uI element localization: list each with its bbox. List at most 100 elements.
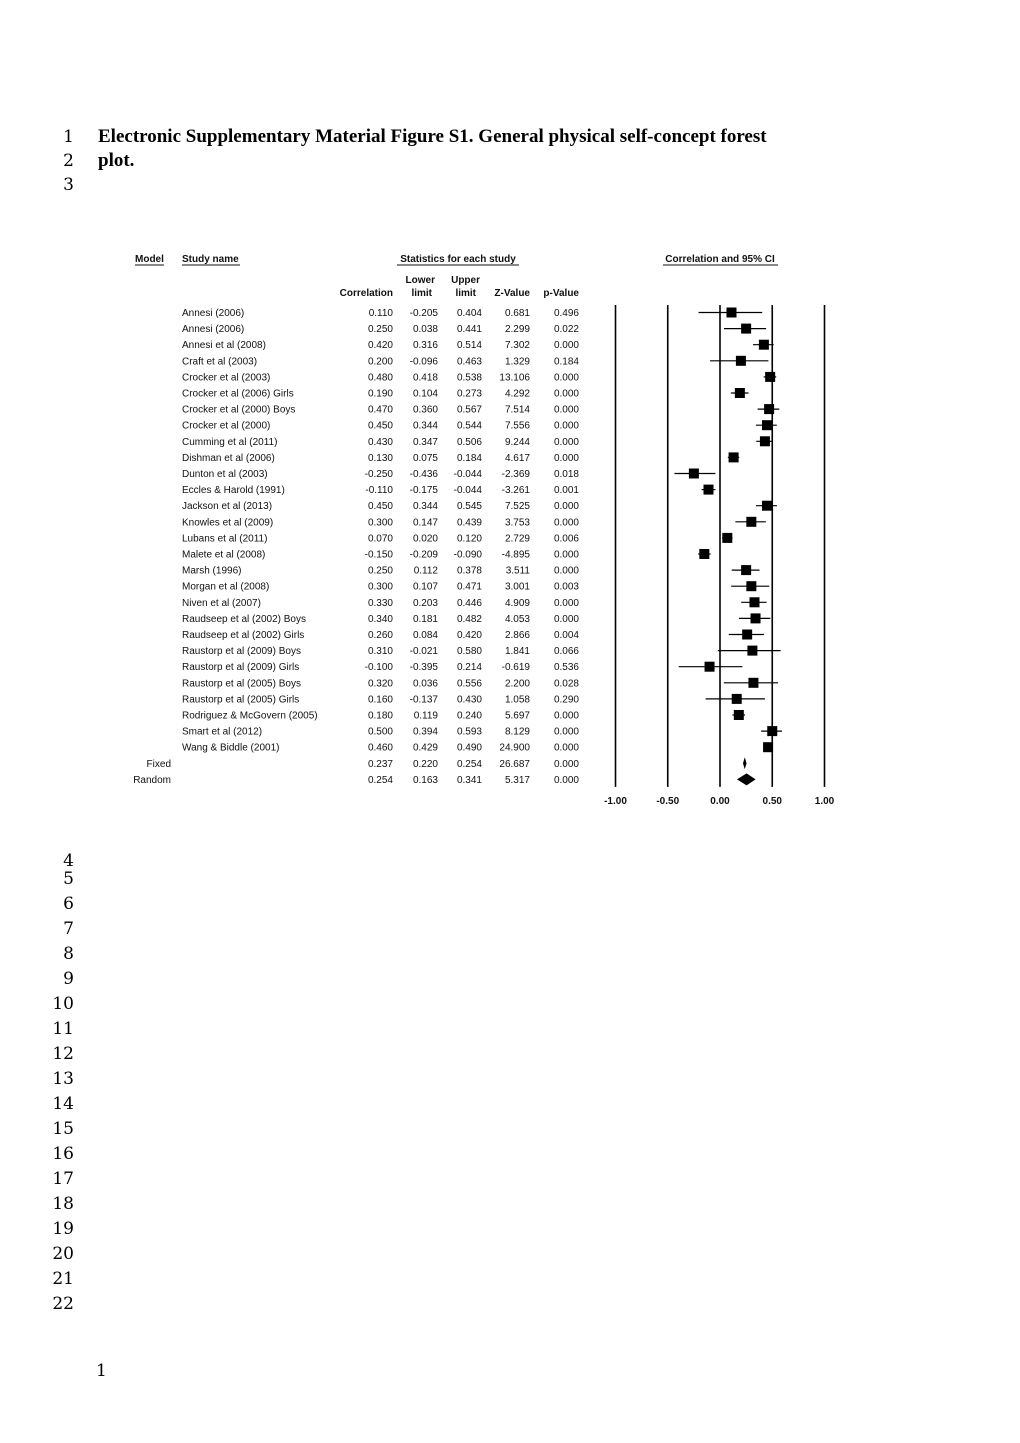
study-name: Smart et al (2012) xyxy=(182,727,262,738)
line-number: 8 xyxy=(63,944,74,964)
cell-z: 7.302 xyxy=(505,340,530,351)
cell-z: 4.909 xyxy=(505,598,530,609)
cell-r: 0.480 xyxy=(368,372,393,383)
effect-marker xyxy=(688,468,699,479)
cell-upper: 0.482 xyxy=(457,614,482,625)
effect-marker xyxy=(741,565,752,576)
cell-upper: 0.254 xyxy=(457,759,482,770)
cell-r: 0.450 xyxy=(368,501,393,512)
study-name: Jackson et al (2013) xyxy=(182,501,272,512)
cell-upper: -0.044 xyxy=(454,485,483,496)
cell-upper: 0.490 xyxy=(457,743,482,754)
effect-marker xyxy=(759,436,770,447)
table-row: Raustorp et al (2009) Boys 0.310 -0.021 0.5… xyxy=(182,646,579,657)
line-number: 13 xyxy=(52,1069,74,1089)
line-number: 11 xyxy=(52,1019,74,1039)
cell-lower: 0.147 xyxy=(413,517,438,528)
cell-upper: -0.044 xyxy=(454,469,483,480)
study-name: Raustorp et al (2009) Boys xyxy=(182,646,301,657)
effect-marker xyxy=(746,581,757,592)
study-name: Marsh (1996) xyxy=(182,566,241,577)
cell-z: 3.511 xyxy=(506,566,531,577)
table-row: Morgan et al (2008) 0.300 0.107 0.471 3.001 0… xyxy=(182,582,579,593)
cell-upper: 0.506 xyxy=(457,437,482,448)
effect-marker xyxy=(733,710,744,720)
cell-r: 0.300 xyxy=(368,517,393,528)
study-name: Annesi (2006) xyxy=(182,308,244,319)
cell-z: 7.525 xyxy=(505,501,530,512)
cell-lower: 0.036 xyxy=(413,678,438,689)
line-number: 4 xyxy=(63,851,74,871)
cell-lower: -0.209 xyxy=(410,550,439,561)
col-header-lower-1: Lower xyxy=(406,275,436,286)
study-name: Rodriguez & McGovern (2005) xyxy=(182,711,318,722)
line-number: 9 xyxy=(63,969,74,989)
cell-z: 5.697 xyxy=(505,711,530,722)
cell-lower: 0.104 xyxy=(413,389,438,400)
study-name: Annesi (2006) xyxy=(182,324,244,335)
cell-lower: -0.096 xyxy=(410,356,439,367)
cell-upper: 0.378 xyxy=(457,566,482,577)
study-name: Raustorp et al (2005) Girls xyxy=(182,694,299,705)
cell-lower: 0.181 xyxy=(413,614,438,625)
cell-r: 0.450 xyxy=(368,421,393,432)
forest-plot: Model Study name Statistics for each stu… xyxy=(133,254,834,807)
table-row: Craft et al (2003) 0.200 -0.096 0.463 1.329 0… xyxy=(182,356,579,367)
effect-marker xyxy=(767,726,778,737)
cell-z: 3.001 xyxy=(505,582,530,593)
cell-z: 24.900 xyxy=(499,743,530,754)
summary-row: Fixed 0.237 0.220 0.254 26.687 0.000 xyxy=(147,759,580,770)
cell-upper: 0.441 xyxy=(457,324,482,335)
study-name: Niven et al (2007) xyxy=(182,598,261,609)
line-number: 7 xyxy=(63,919,74,939)
cell-upper: 0.471 xyxy=(457,582,482,593)
cell-z: 4.292 xyxy=(505,389,530,400)
line-number: 20 xyxy=(52,1244,74,1264)
cell-p: 0.000 xyxy=(554,372,579,383)
cell-z: 5.317 xyxy=(505,775,530,786)
cell-p: 0.000 xyxy=(554,517,579,528)
cell-upper: 0.420 xyxy=(457,630,482,641)
cell-r: 0.190 xyxy=(368,389,393,400)
summary-diamond xyxy=(737,773,756,786)
line-number: 19 xyxy=(52,1219,74,1239)
effect-marker xyxy=(742,629,753,640)
effect-marker xyxy=(704,661,715,672)
cell-upper: 0.556 xyxy=(457,678,482,689)
effect-marker xyxy=(731,693,742,704)
table-row: Crocker et al (2006) Girls 0.190 0.104 0.27… xyxy=(182,389,579,400)
cell-z: -0.619 xyxy=(502,662,531,673)
cell-lower: 0.163 xyxy=(413,775,438,786)
cell-z: 4.617 xyxy=(505,453,530,464)
cell-p: 0.000 xyxy=(554,405,579,416)
line-number: 21 xyxy=(52,1269,74,1289)
study-name: Craft et al (2003) xyxy=(182,356,257,367)
cell-r: 0.200 xyxy=(368,356,393,367)
effect-marker xyxy=(726,307,737,318)
cell-z: 4.053 xyxy=(505,614,530,625)
cell-p: 0.000 xyxy=(554,759,579,770)
cell-lower: 0.360 xyxy=(413,405,438,416)
cell-lower: -0.021 xyxy=(410,646,439,657)
study-name: Eccles & Harold (1991) xyxy=(182,485,285,496)
cell-p: 0.006 xyxy=(554,533,579,544)
table-row: Dishman et al (2006) 0.130 0.075 0.184 4.617… xyxy=(182,453,579,464)
cell-p: 0.004 xyxy=(554,630,579,641)
col-header-upper-1: Upper xyxy=(451,275,480,286)
cell-z: 26.687 xyxy=(499,759,530,770)
table-row: Lubans et al (2011) 0.070 0.020 0.120 2.729 0… xyxy=(182,533,579,544)
x-tick-label: 0.50 xyxy=(763,796,783,807)
cell-lower: 0.344 xyxy=(413,421,438,432)
cell-lower: 0.394 xyxy=(413,727,438,738)
cell-r: 0.180 xyxy=(368,711,393,722)
study-name: Raudseep et al (2002) Boys xyxy=(182,614,306,625)
cell-r: -0.250 xyxy=(365,469,394,480)
table-row: Eccles & Harold (1991) -0.110 -0.175 -0.044… xyxy=(182,485,579,496)
study-name: Wang & Biddle (2001) xyxy=(182,743,279,754)
cell-r: 0.250 xyxy=(368,324,393,335)
col-header-upper-2: limit xyxy=(455,288,476,299)
table-row: Niven et al (2007) 0.330 0.203 0.446 4.909 0.… xyxy=(182,598,579,609)
effect-marker xyxy=(722,532,733,543)
cell-upper: 0.341 xyxy=(457,775,482,786)
line-number: 16 xyxy=(52,1144,74,1164)
